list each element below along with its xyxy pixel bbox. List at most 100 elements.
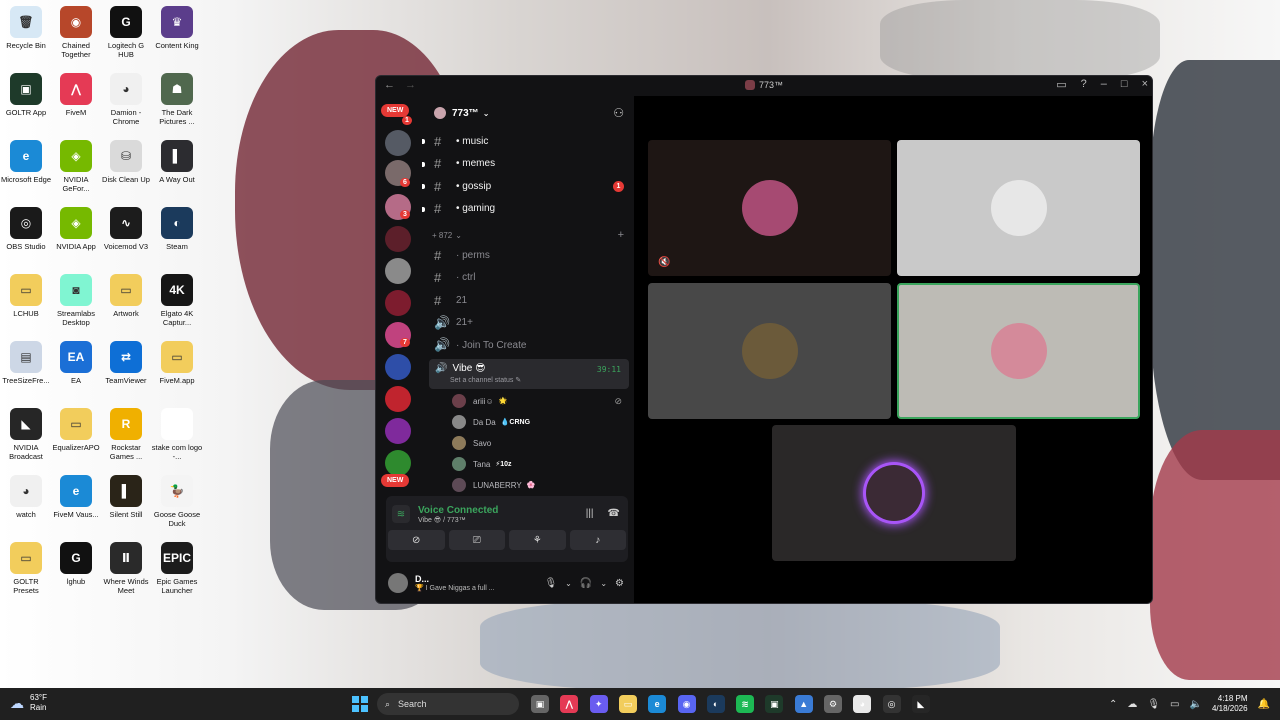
forward-arrow-icon[interactable]: → <box>405 79 416 91</box>
chevron-down-icon[interactable]: ⌄ <box>600 579 607 588</box>
desktop-icon[interactable]: e FiveM Vaus... <box>50 475 102 519</box>
desktop-icon[interactable]: ∿ Voicemod V3 <box>100 207 152 251</box>
participant-tile[interactable] <box>772 425 1016 561</box>
chevron-down-icon[interactable]: ⌄ <box>565 579 572 588</box>
desktop-icon[interactable]: ◙ Streamlabs Desktop <box>50 274 102 327</box>
server-icon[interactable] <box>385 130 411 156</box>
desktop-icon[interactable]: stake com logo -... <box>151 408 203 461</box>
steam-icon[interactable]: ◐ <box>706 695 725 713</box>
desktop-icon[interactable]: ◎ OBS Studio <box>0 207 52 251</box>
gear-icon[interactable]: ⚙ <box>615 578 624 589</box>
desktop-icon[interactable]: ⋀ FiveM <box>50 73 102 117</box>
close-button[interactable]: × <box>1142 78 1148 91</box>
desktop-icon[interactable]: ⇄ TeamViewer <box>100 341 152 385</box>
nvidia-broadcast-icon[interactable]: ◣ <box>911 695 930 713</box>
server-icon[interactable] <box>385 258 411 284</box>
text-channel[interactable]: # • music <box>422 130 632 153</box>
add-member-icon[interactable]: ⚇ <box>613 106 624 120</box>
inbox-icon[interactable]: ▭ <box>1056 78 1066 91</box>
desktop-icon[interactable]: ☗ The Dark Pictures ... <box>151 73 203 126</box>
obs-icon[interactable]: ◎ <box>882 695 901 713</box>
channel[interactable]: #21 <box>426 289 632 312</box>
volume-icon[interactable]: 🔈 <box>1190 699 1202 710</box>
screen-share-button[interactable]: ⎚ <box>448 530 505 550</box>
voice-user[interactable]: ariii☺ 🌟 ⊘ <box>426 391 632 412</box>
server-icon[interactable] <box>385 290 411 316</box>
desktop-icon[interactable]: ◐ Steam <box>151 207 203 251</box>
desktop-icon[interactable]: ▣ GOLTR App <box>0 73 52 117</box>
notification-icon[interactable]: 🔔 <box>1258 699 1270 710</box>
pencil-icon[interactable]: ✎ <box>515 377 521 384</box>
signal-icon[interactable]: ≋ <box>392 505 410 523</box>
maximize-button[interactable]: □ <box>1121 78 1128 91</box>
activities-button[interactable]: ⚘ <box>509 530 566 550</box>
participant-tile[interactable] <box>897 283 1140 419</box>
desktop-icon[interactable]: ◈ NVIDIA GeFor... <box>50 140 102 193</box>
channel[interactable]: # · perms <box>426 244 632 267</box>
desktop-icon[interactable]: ▌ A Way Out <box>151 140 203 184</box>
text-channel[interactable]: # • memes <box>422 153 632 176</box>
voice-user[interactable]: LUNABERRY 🌸 <box>426 475 632 496</box>
back-arrow-icon[interactable]: ← <box>384 79 395 91</box>
desktop-icon[interactable]: ◕ watch <box>0 475 52 519</box>
desktop-icon[interactable]: ▭ LCHUB <box>0 274 52 318</box>
chrome-icon[interactable]: ◕ <box>853 695 872 713</box>
desktop-icon[interactable]: ◣ NVIDIA Broadcast <box>0 408 52 461</box>
discord-icon[interactable]: ◉ <box>677 695 696 713</box>
server-icon[interactable] <box>385 418 411 444</box>
network-icon[interactable]: ▭ <box>1170 699 1179 710</box>
photos-icon[interactable]: ▲ <box>794 695 813 713</box>
settings-icon[interactable]: ⚙ <box>824 695 842 713</box>
camera-off-button[interactable]: ⊘ <box>388 530 445 550</box>
chevron-up-icon[interactable]: ⌃ <box>1109 699 1117 710</box>
desktop-icon[interactable]: EA EA <box>50 341 102 385</box>
category-header[interactable]: + 872 ⌄ + <box>426 226 632 244</box>
clock[interactable]: 4:18 PM 4/18/2026 <box>1212 694 1248 714</box>
desktop-icon[interactable]: ▌ Silent Still <box>100 475 152 519</box>
new-badge[interactable]: NEW <box>381 474 410 487</box>
desktop-icon[interactable]: ◈ NVIDIA App <box>50 207 102 251</box>
noise-suppression-icon[interactable]: ||| <box>586 508 594 519</box>
desktop-icon[interactable]: ♛ Content King <box>151 6 203 50</box>
soundboard-button[interactable]: ♪ <box>569 530 626 550</box>
voice-channel-active[interactable]: 🔊 Vibe 😎 39:11 Set a channel status ✎ <box>429 358 629 389</box>
desktop-icon[interactable]: ▭ FiveM.app <box>151 341 203 385</box>
desktop-icon[interactable]: ◉ Chained Together <box>50 6 102 59</box>
task-view-icon[interactable]: ▣ <box>531 695 549 713</box>
participant-tile[interactable] <box>648 283 891 419</box>
weather-widget[interactable]: ☁ 63°F Rain <box>10 693 47 713</box>
voice-connected-subtitle[interactable]: Vibe 😎 / 773™ <box>418 516 498 524</box>
server-header[interactable]: 773™ ⌄ ⚇ <box>426 96 632 130</box>
voice-user[interactable]: Da Da 💧CRNG <box>426 412 632 433</box>
desktop-icon[interactable]: Glghub <box>50 542 102 586</box>
xbox-icon[interactable]: ▣ <box>765 695 784 713</box>
help-icon[interactable]: ? <box>1081 78 1087 91</box>
spotify-icon[interactable]: ≋ <box>736 695 755 713</box>
headphones-icon[interactable]: 🎧 <box>580 578 592 589</box>
fivem-icon[interactable]: ⋀ <box>560 695 579 713</box>
voice-user[interactable]: Tana ⚡10z <box>426 454 632 475</box>
server-icon[interactable] <box>385 354 411 380</box>
avatar[interactable] <box>388 573 408 593</box>
voice-connected-title[interactable]: Voice Connected <box>418 505 498 516</box>
desktop-icon[interactable]: ▭ Artwork <box>100 274 152 318</box>
desktop-icon[interactable]: ▭ EqualizerAPO <box>50 408 102 452</box>
desktop-icon[interactable]: R Rockstar Games ... <box>100 408 152 461</box>
server-icon[interactable] <box>385 386 411 412</box>
disconnect-icon[interactable]: ☎ <box>608 508 620 519</box>
microphone-icon[interactable]: 🎙 <box>1147 699 1160 710</box>
desktop-icon[interactable]: e Microsoft Edge <box>0 140 52 184</box>
copilot-icon[interactable]: ✦ <box>589 695 608 713</box>
server-icon[interactable] <box>385 226 411 252</box>
start-button[interactable] <box>352 696 368 712</box>
voice-user[interactable]: Savo <box>426 433 632 454</box>
participant-tile[interactable]: 🔇 <box>648 140 891 276</box>
text-channel[interactable]: # • gossip 1 <box>422 175 632 198</box>
microphone-icon[interactable]: 🎙 <box>544 578 557 589</box>
desktop-icon[interactable]: EPIC Epic Games Launcher <box>151 542 203 595</box>
file-explorer-icon[interactable]: ▭ <box>618 695 637 713</box>
search-box[interactable]: ⌕ Search <box>377 693 519 715</box>
channel[interactable]: 🔊 · Join To Create <box>426 334 632 357</box>
participant-tile[interactable] <box>897 140 1140 276</box>
onedrive-icon[interactable]: ☁ <box>1127 699 1137 710</box>
